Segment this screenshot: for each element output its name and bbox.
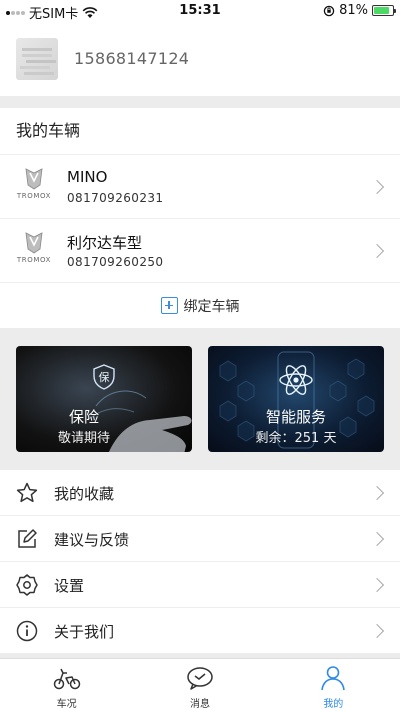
shield-icon: 保 <box>93 364 115 390</box>
tromox-logo-icon: TROMOX <box>14 167 54 207</box>
gear-icon <box>16 574 38 596</box>
orientation-lock-icon <box>323 5 335 16</box>
menu-label: 关于我们 <box>54 623 115 641</box>
menu-item-feedback[interactable]: 建议与反馈 <box>0 516 400 562</box>
tab-messages[interactable]: 消息 <box>133 659 266 710</box>
add-icon <box>160 297 178 314</box>
menu-label: 我的收藏 <box>54 485 115 503</box>
tab-mine[interactable]: 我的 <box>267 659 400 710</box>
insurance-card[interactable]: 保 保险 敬请期待 <box>16 346 192 452</box>
battery-level <box>374 7 389 14</box>
status-right: 81% <box>323 3 396 18</box>
edit-icon <box>18 529 37 548</box>
battery-icon <box>372 5 396 16</box>
menu-item-settings[interactable]: 设置 <box>0 562 400 608</box>
brand-text: TROMOX <box>16 256 52 264</box>
tab-vehicle-status[interactable]: 车况 <box>0 659 133 710</box>
star-icon <box>16 482 38 503</box>
vehicle-item[interactable]: TROMOX 利尔达车型 081709260250 <box>0 219 400 283</box>
vehicle-item[interactable]: TROMOX MINO 081709260231 <box>0 155 400 219</box>
vehicle-name: 利尔达车型 <box>67 234 143 252</box>
bind-vehicle-label: 绑定车辆 <box>183 298 240 315</box>
chevron-right-icon <box>369 179 385 195</box>
smart-service-card[interactable]: 智能服务 剩余：251 天 <box>208 346 384 452</box>
tab-label: 车况 <box>56 699 77 710</box>
menu-item-about[interactable]: 关于我们 <box>0 608 400 654</box>
chevron-right-icon <box>369 485 385 501</box>
profile-phone: 15868147124 <box>74 49 190 68</box>
vehicle-serial: 081709260231 <box>67 191 164 205</box>
smart-service-title: 智能服务 <box>265 408 326 426</box>
scooter-icon <box>53 668 80 690</box>
user-icon <box>321 666 346 691</box>
atom-icon <box>279 365 313 395</box>
insurance-title: 保险 <box>68 408 99 426</box>
shield-badge-text: 保 <box>99 370 110 384</box>
tab-label: 我的 <box>323 699 344 710</box>
service-cards: 保 保险 敬请期待 智能服务 剩余：251 天 <box>0 328 400 468</box>
tromox-logo-icon: TROMOX <box>14 231 54 271</box>
chevron-right-icon <box>369 243 385 259</box>
menu-label: 建议与反馈 <box>54 531 130 549</box>
vehicle-name: MINO <box>67 168 108 186</box>
vehicle-serial: 081709260250 <box>67 255 164 269</box>
vehicles-section-title: 我的车辆 <box>0 108 400 155</box>
insurance-subtitle: 敬请期待 <box>57 431 110 446</box>
chevron-right-icon <box>369 623 385 639</box>
profile-header[interactable]: 15868147124 <box>0 22 400 96</box>
smart-service-remaining: 剩余：251 天 <box>255 431 337 446</box>
bind-vehicle-button[interactable]: 绑定车辆 <box>0 283 400 328</box>
status-bar: 无SIM卡 15:31 81% <box>0 0 400 22</box>
chevron-right-icon <box>369 531 385 547</box>
info-icon <box>16 620 38 642</box>
battery-percent: 81% <box>339 3 368 18</box>
tab-bar: 车况 消息 我的 <box>0 658 400 710</box>
menu-item-favorites[interactable]: 我的收藏 <box>0 470 400 516</box>
chevron-right-icon <box>369 577 385 593</box>
menu-label: 设置 <box>54 577 85 595</box>
chat-icon <box>187 667 213 690</box>
tab-label: 消息 <box>189 699 210 710</box>
brand-text: TROMOX <box>16 192 52 200</box>
avatar[interactable] <box>16 38 58 80</box>
